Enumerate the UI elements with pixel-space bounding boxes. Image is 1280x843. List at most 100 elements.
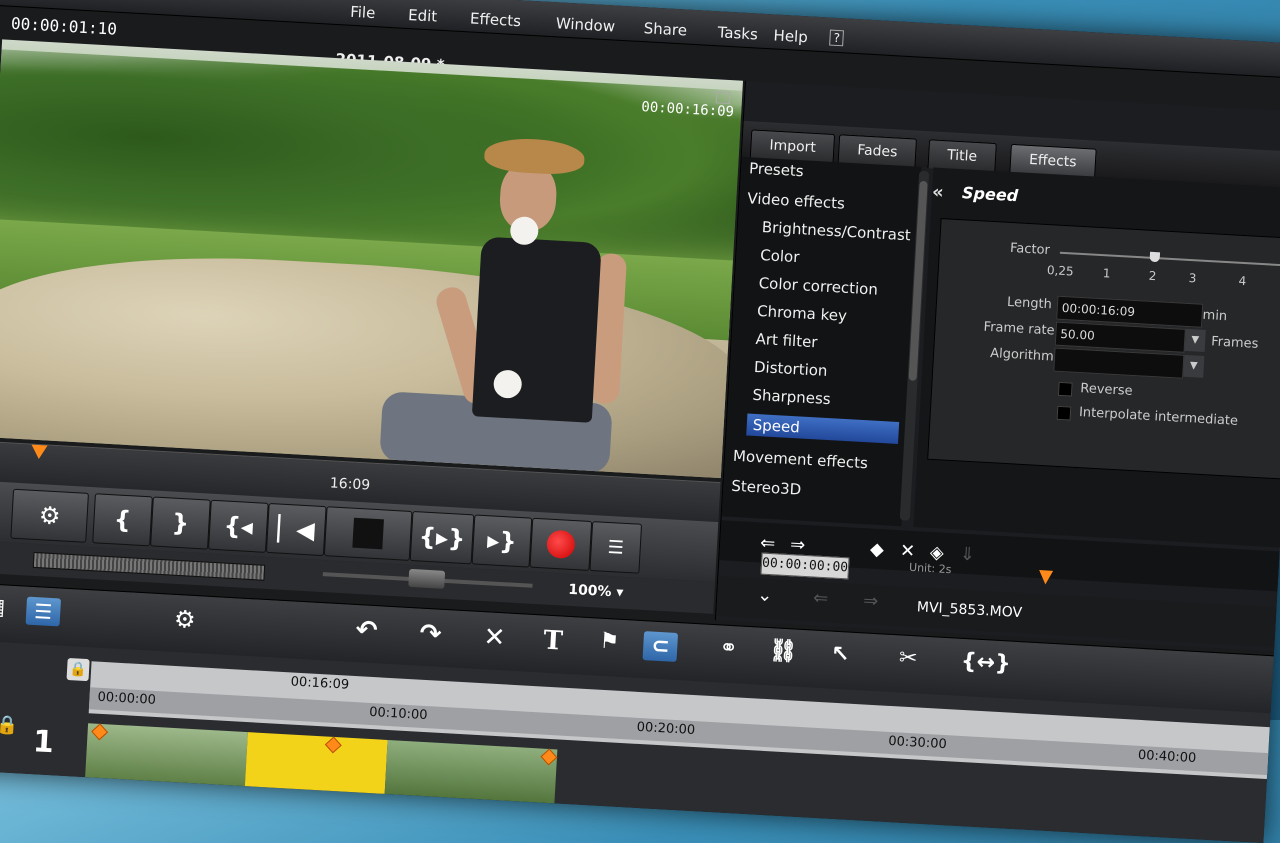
video-preview[interactable]	[0, 39, 743, 478]
pointer-mode-icon[interactable]: ↖	[830, 642, 850, 668]
interpolate-checkbox[interactable]	[1057, 406, 1072, 421]
menu-edit[interactable]: Edit	[408, 6, 438, 26]
factor-tick: 2	[1148, 269, 1156, 283]
undo-icon[interactable]: ↶	[355, 615, 378, 646]
storyboard-view-icon[interactable]: ▦	[0, 594, 6, 620]
effect-brightness-contrast[interactable]: Brightness/Contrast	[761, 218, 911, 244]
preview-juggler	[449, 135, 637, 474]
record-button[interactable]	[529, 518, 592, 571]
playhead-marker[interactable]	[31, 445, 48, 460]
play-range-button[interactable]: {▸}	[410, 511, 475, 564]
go-to-start-button[interactable]: ▏◀	[266, 503, 327, 556]
link-icon[interactable]: ⚭	[719, 635, 739, 661]
menu-share[interactable]: Share	[643, 19, 687, 39]
back-icon[interactable]: «	[932, 182, 945, 204]
jog-shuttle[interactable]	[33, 552, 266, 581]
reverse-checkbox[interactable]	[1058, 382, 1073, 397]
list-icon: ☰	[607, 536, 624, 558]
razor-icon[interactable]: ✂	[898, 645, 918, 671]
app-window: File Edit Effects Window Share Tasks Hel…	[0, 0, 1280, 843]
algorithm-label: Algorithm	[990, 346, 1054, 365]
algorithm-dropdown[interactable]: ▼	[1183, 355, 1204, 378]
range-lock-icon[interactable]: 🔒	[67, 658, 90, 681]
presets-item[interactable]: Presets	[749, 159, 805, 180]
video-effects-item[interactable]: Video effects	[747, 189, 845, 212]
zoom-value: 100%	[568, 582, 612, 600]
zoom-slider-knob[interactable]	[408, 569, 445, 589]
framerate-unit: Frames	[1211, 334, 1259, 352]
track-lock-icon[interactable]: 🔒	[0, 714, 19, 736]
effect-sharpness[interactable]: Sharpness	[752, 386, 831, 408]
collapse-down-icon[interactable]: ⌄	[757, 584, 773, 606]
juggler-hat	[484, 136, 586, 176]
effect-color-correction[interactable]: Color correction	[758, 274, 878, 299]
snap-magnet-icon[interactable]: ⊂	[643, 631, 679, 662]
effect-distortion[interactable]: Distortion	[754, 358, 828, 380]
menu-help[interactable]: Help	[773, 26, 808, 46]
keyframe-down-icon: ⇓	[959, 544, 975, 566]
effect-chroma-key[interactable]: Chroma key	[757, 302, 848, 325]
menu-window[interactable]: Window	[555, 14, 615, 35]
next-keyframe-icon[interactable]: ⇒	[790, 534, 806, 556]
framerate-label: Frame rate	[983, 320, 1055, 339]
effect-art-filter[interactable]: Art filter	[755, 330, 818, 351]
film-reel-button[interactable]: ⚙	[10, 489, 89, 543]
mark-in-button[interactable]: {	[92, 493, 153, 546]
factor-tick: 1	[1102, 266, 1110, 280]
factor-slider-knob[interactable]	[1150, 252, 1161, 263]
stop-button[interactable]	[324, 506, 413, 561]
unit-value: 2s	[938, 562, 951, 576]
stereo3d-item[interactable]: Stereo3D	[731, 477, 802, 499]
video-clip[interactable]	[85, 723, 248, 792]
mark-out-button[interactable]: }	[150, 496, 211, 549]
clip-name: MVI_5853.MOV	[916, 599, 1022, 621]
help-icon[interactable]: ?	[829, 30, 844, 47]
go-to-end-button[interactable]: ▸}	[472, 514, 533, 567]
marker-flag-icon[interactable]: ⚑	[599, 629, 620, 655]
effect-color[interactable]: Color	[760, 246, 800, 266]
zoom-level[interactable]: 100% ▾	[568, 582, 624, 601]
ruler-tick: 00:40:00	[1138, 748, 1197, 766]
fullscreen-icon[interactable]	[716, 91, 731, 104]
skip-back-icon: ▏◀	[277, 515, 315, 545]
timecode-display: 00:00:01:10	[11, 14, 118, 39]
add-keyframe-icon[interactable]: ◆	[869, 539, 884, 561]
length-label: Length	[1007, 295, 1053, 312]
options-menu-button[interactable]: ☰	[589, 521, 642, 574]
unlink-icon[interactable]: ⛓	[769, 638, 798, 665]
interpolate-label: Interpolate intermediate	[1079, 405, 1239, 429]
keyframe-playhead[interactable]	[1038, 570, 1053, 585]
keyframe-time[interactable]: 00:00:00:00	[760, 553, 849, 580]
speed-effect-clip[interactable]	[245, 732, 388, 800]
video-clip[interactable]	[384, 740, 557, 809]
reverse-label: Reverse	[1080, 381, 1133, 399]
title-text-icon[interactable]: T	[543, 626, 564, 657]
unit-label-text: Unit:	[909, 561, 936, 575]
delete-keyframe-icon[interactable]: ✕	[899, 540, 915, 562]
film-reel-menu-icon[interactable]: ⚙	[173, 605, 196, 634]
prev-keyframe-icon[interactable]: ⇐	[760, 532, 776, 554]
timeline-view-icon[interactable]: ☰	[26, 597, 61, 627]
record-icon	[546, 530, 576, 560]
redo-icon[interactable]: ↷	[419, 619, 442, 650]
delete-icon[interactable]: ✕	[483, 622, 506, 653]
go-to-mark-in-button[interactable]: {◂	[208, 500, 269, 553]
effect-speed[interactable]: Speed	[746, 414, 899, 444]
nav-forward-icon: ⇒	[863, 590, 879, 612]
factor-tick: 0,25	[1047, 263, 1074, 278]
algorithm-select[interactable]	[1053, 348, 1184, 379]
effects-list: Presets Video effects Brightness/Contras…	[722, 157, 922, 526]
factor-tick: 3	[1188, 271, 1196, 285]
range-icon[interactable]: {↔}	[960, 649, 1011, 677]
unit-label: Unit: 2s	[909, 561, 952, 576]
menu-tasks[interactable]: Tasks	[717, 23, 758, 43]
keyframe-diamonds-icon[interactable]: ◈	[929, 542, 944, 564]
range-time: 00:16:09	[290, 674, 349, 692]
framerate-dropdown[interactable]: ▼	[1185, 329, 1206, 352]
scrub-time: 16:09	[329, 475, 370, 493]
menu-effects[interactable]: Effects	[470, 9, 522, 30]
speed-settings: Factor 0,25 1 2 3 4 ▼ Length 00:00:16:09…	[927, 218, 1280, 480]
movement-effects-item[interactable]: Movement effects	[733, 447, 869, 473]
menu-file[interactable]: File	[350, 3, 376, 22]
factor-slider[interactable]	[1060, 252, 1280, 267]
